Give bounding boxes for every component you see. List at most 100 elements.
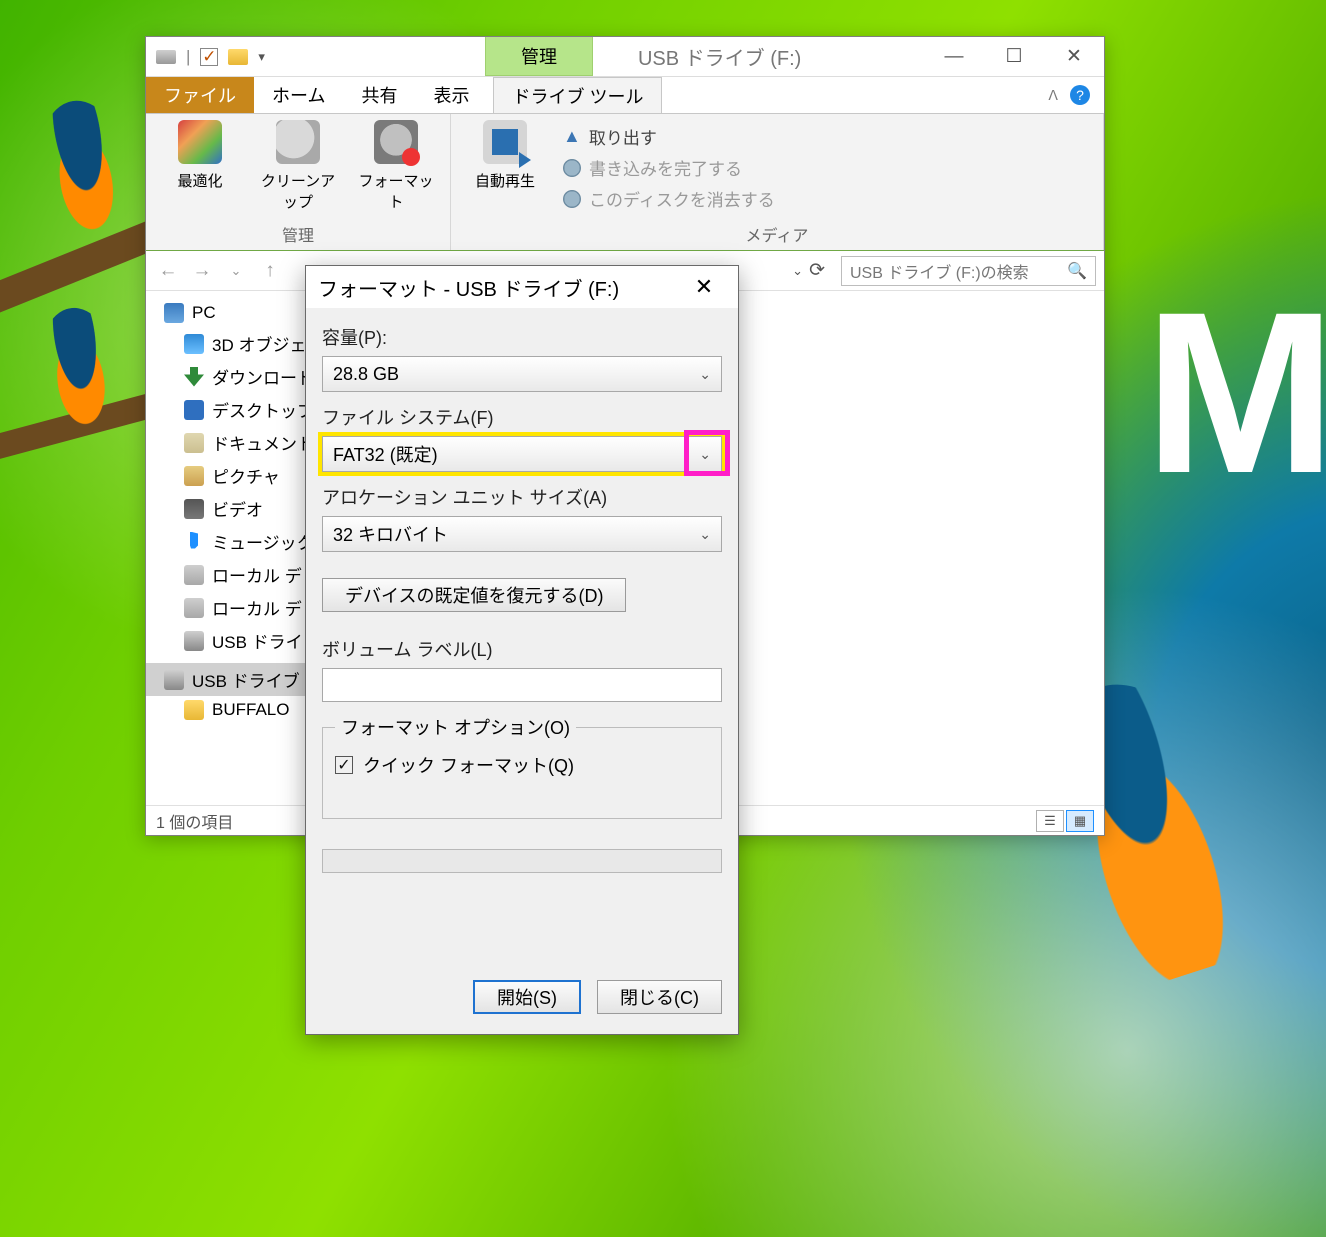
status-text: 1 個の項目 — [156, 809, 233, 833]
cleanup-label: クリーンアップ — [258, 170, 338, 212]
erase-disc-button[interactable]: このディスクを消去する — [563, 186, 775, 211]
quick-format-label: クイック フォーマット(Q) — [363, 752, 574, 778]
tab-share[interactable]: 共有 — [343, 77, 415, 113]
close-button[interactable]: ✕ — [1044, 37, 1104, 76]
help-icon[interactable]: ? — [1070, 85, 1090, 105]
back-button[interactable]: ← — [154, 260, 182, 282]
qat-dropdown-icon[interactable]: ▾ — [258, 49, 265, 65]
tree-label: ローカル デ — [212, 562, 302, 587]
tree-item[interactable]: デスクトップ — [146, 393, 330, 426]
allocation-combo[interactable]: 32 キロバイト ⌄ — [322, 516, 722, 552]
finish-burn-button[interactable]: 書き込みを完了する — [563, 155, 775, 180]
capacity-value: 28.8 GB — [333, 364, 399, 385]
dialog-titlebar[interactable]: フォーマット - USB ドライブ (F:) ✕ — [306, 266, 738, 308]
tree-label: BUFFALO — [212, 700, 289, 720]
checkbox-icon: ✓ — [335, 756, 353, 774]
format-dialog: フォーマット - USB ドライブ (F:) ✕ 容量(P): 28.8 GB … — [305, 265, 739, 1035]
progress-bar — [322, 849, 722, 873]
nav-tree[interactable]: PC 3D オブジェ ダウンロード デスクトップ ドキュメント ピクチャ ビデオ… — [146, 291, 331, 805]
disc-icon — [563, 159, 581, 177]
tab-view[interactable]: 表示 — [415, 77, 487, 113]
capacity-combo[interactable]: 28.8 GB ⌄ — [322, 356, 722, 392]
up-button[interactable]: ↑ — [256, 260, 284, 282]
volume-label-input[interactable] — [322, 668, 722, 702]
format-button[interactable]: フォーマット — [356, 120, 436, 212]
tree-item[interactable]: ダウンロード — [146, 360, 330, 393]
tree-label: ビデオ — [212, 496, 263, 521]
tree-item[interactable]: ローカル デ — [146, 591, 330, 624]
tree-item-selected[interactable]: USB ドライブ — [146, 663, 330, 696]
tree-label: ドキュメント — [212, 430, 314, 455]
tree-item[interactable]: ドキュメント — [146, 426, 330, 459]
tree-pc[interactable]: PC — [146, 299, 330, 327]
disc-icon — [563, 190, 581, 208]
tree-item[interactable]: BUFFALO — [146, 696, 330, 724]
ribbon-group-label: 管理 — [146, 222, 450, 250]
tab-home[interactable]: ホーム — [254, 77, 343, 113]
dialog-button-row: 開始(S) 閉じる(C) — [306, 960, 738, 1034]
window-title: USB ドライブ (F:) — [593, 37, 924, 76]
cleanup-icon — [276, 120, 320, 164]
cleanup-button[interactable]: クリーンアップ — [258, 120, 338, 212]
format-icon — [374, 120, 418, 164]
details-view-button[interactable]: ☰ — [1036, 810, 1064, 832]
usb-drive-icon — [184, 631, 204, 651]
ribbon-group-manage: 最適化 クリーンアップ フォーマット 管理 — [146, 114, 451, 250]
filesystem-value: FAT32 (既定) — [333, 441, 438, 467]
format-options-legend: フォーマット オプション(O) — [335, 714, 576, 740]
tree-item[interactable]: ピクチャ — [146, 459, 330, 492]
quick-access-toolbar: | ✓ ▾ — [146, 37, 275, 76]
format-options-group: フォーマット オプション(O) ✓ クイック フォーマット(Q) — [322, 714, 722, 819]
start-button[interactable]: 開始(S) — [473, 980, 581, 1014]
3d-objects-icon — [184, 334, 204, 354]
restore-defaults-button[interactable]: デバイスの既定値を復元する(D) — [322, 578, 626, 612]
checkbox-icon[interactable]: ✓ — [200, 48, 218, 66]
drive-icon — [156, 50, 176, 64]
tree-item[interactable]: ミュージック — [146, 525, 330, 558]
close-button[interactable]: 閉じる(C) — [597, 980, 722, 1014]
chevron-down-icon: ⌄ — [699, 446, 711, 463]
tree-item[interactable]: ビデオ — [146, 492, 330, 525]
tree-item[interactable]: 3D オブジェ — [146, 327, 330, 360]
optimize-icon — [178, 120, 222, 164]
folder-icon[interactable] — [228, 49, 248, 65]
eject-button[interactable]: ▲ 取り出す — [563, 124, 775, 149]
dialog-close-button[interactable]: ✕ — [682, 274, 726, 300]
optimize-button[interactable]: 最適化 — [160, 120, 240, 191]
local-disk-icon — [184, 565, 204, 585]
tree-item[interactable]: USB ドライ — [146, 624, 330, 657]
eject-icon: ▲ — [563, 126, 581, 147]
tab-file[interactable]: ファイル — [146, 77, 254, 113]
format-label: フォーマット — [356, 170, 436, 212]
pictures-icon — [184, 466, 204, 486]
ribbon: 最適化 クリーンアップ フォーマット 管理 自動再生 — [146, 113, 1104, 251]
search-input[interactable]: USB ドライブ (F:)の検索 🔍 — [841, 256, 1096, 286]
recent-locations-icon[interactable]: ⌄ — [222, 263, 250, 279]
minimize-button[interactable]: — — [924, 37, 984, 76]
contextual-tab-manage[interactable]: 管理 — [485, 37, 593, 76]
filesystem-combo[interactable]: FAT32 (既定) ⌄ — [322, 436, 722, 472]
ribbon-tab-row: ファイル ホーム 共有 表示 ドライブ ツール ᐱ ? — [146, 77, 1104, 113]
videos-icon — [184, 499, 204, 519]
explorer-titlebar[interactable]: | ✓ ▾ 管理 USB ドライブ (F:) — ☐ ✕ — [146, 37, 1104, 77]
allocation-value: 32 キロバイト — [333, 521, 448, 547]
quick-format-checkbox[interactable]: ✓ クイック フォーマット(Q) — [335, 752, 709, 778]
tree-label: ピクチャ — [212, 463, 280, 488]
collapse-ribbon-icon[interactable]: ᐱ — [1048, 87, 1058, 104]
icons-view-button[interactable]: ▦ — [1066, 810, 1094, 832]
erase-disc-label: このディスクを消去する — [589, 186, 775, 211]
autoplay-button[interactable]: 自動再生 — [465, 120, 545, 191]
breadcrumb-dropdown-icon[interactable]: ⌄ — [792, 263, 803, 279]
pc-icon — [164, 303, 184, 323]
downloads-icon — [184, 367, 204, 387]
dialog-body: 容量(P): 28.8 GB ⌄ ファイル システム(F) FAT32 (既定)… — [306, 308, 738, 960]
refresh-icon[interactable]: ⟳ — [809, 259, 825, 282]
maximize-button[interactable]: ☐ — [984, 37, 1044, 76]
usb-drive-icon — [164, 670, 184, 690]
tree-item[interactable]: ローカル デ — [146, 558, 330, 591]
tab-drive-tools[interactable]: ドライブ ツール — [493, 77, 662, 113]
eject-label: 取り出す — [589, 124, 657, 149]
search-placeholder: USB ドライブ (F:)の検索 — [850, 259, 1029, 283]
chevron-down-icon: ⌄ — [699, 366, 711, 383]
forward-button[interactable]: → — [188, 260, 216, 282]
